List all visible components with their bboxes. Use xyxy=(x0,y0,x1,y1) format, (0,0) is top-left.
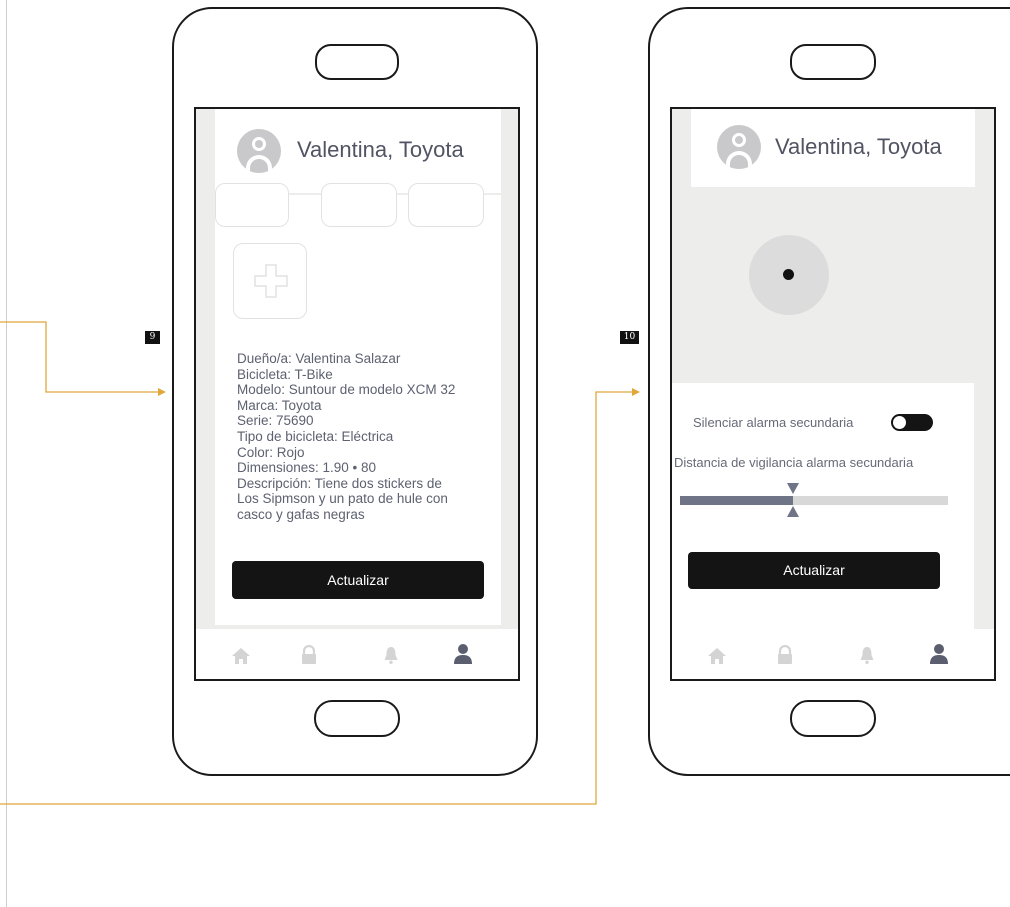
user-avatar-icon xyxy=(237,129,281,173)
photo-slot-1[interactable] xyxy=(215,183,289,227)
bike-details-card: Dueño/a: Valentina Salazar Bicicleta: T-… xyxy=(215,183,501,625)
profile-name: Valentina, Toyota xyxy=(297,137,464,162)
step-badge-9: 9 xyxy=(145,331,160,344)
connector-arrowhead-10 xyxy=(632,388,640,396)
bottom-nav xyxy=(672,629,994,679)
lock-icon[interactable] xyxy=(300,645,318,665)
distance-slider-handle[interactable] xyxy=(786,482,800,518)
bottom-nav xyxy=(196,629,518,679)
distance-slider[interactable] xyxy=(680,496,948,505)
lock-icon[interactable] xyxy=(776,645,794,665)
connector-arrowhead-9 xyxy=(158,388,166,396)
profile-name: Valentina, Toyota xyxy=(775,134,942,159)
detail-model: Modelo: Suntour de modelo XCM 32 xyxy=(237,382,456,398)
connector-to-step-9 xyxy=(0,321,158,393)
detail-brand: Marca: Toyota xyxy=(237,397,322,413)
phone-mockup-alarm: Valentina, Toyota Silenciar alarma secun… xyxy=(648,7,1010,776)
add-photo-button[interactable] xyxy=(233,243,307,319)
alarm-settings-card: Silenciar alarma secundaria Distancia de… xyxy=(672,383,974,629)
bike-details-list: Dueño/a: Valentina Salazar Bicicleta: T-… xyxy=(237,351,455,523)
phone-speaker xyxy=(790,44,876,80)
location-map xyxy=(672,187,994,377)
detail-description-line-1: Descripción: Tiene dos stickers de xyxy=(237,475,442,491)
detail-description-line-2: Los Sipmson y un pato de hule con xyxy=(237,491,448,507)
alarm-header: Valentina, Toyota xyxy=(691,109,975,187)
silence-toggle-knob xyxy=(893,416,906,429)
phone-speaker xyxy=(315,44,399,80)
detail-owner: Dueño/a: Valentina Salazar xyxy=(237,351,401,366)
alarm-screen: Valentina, Toyota Silenciar alarma secun… xyxy=(670,107,996,681)
user-icon[interactable] xyxy=(453,643,473,665)
silence-label: Silenciar alarma secundaria xyxy=(693,415,854,430)
plus-icon xyxy=(254,264,288,298)
distance-label: Distancia de vigilancia alarma secundari… xyxy=(674,455,914,470)
home-icon[interactable] xyxy=(707,646,727,666)
location-dot xyxy=(783,269,794,280)
detail-bike: Bicicleta: T-Bike xyxy=(237,366,333,382)
update-button[interactable]: Actualizar xyxy=(688,552,940,589)
bell-icon[interactable] xyxy=(859,645,875,665)
update-button[interactable]: Actualizar xyxy=(232,561,484,599)
detail-serial: Serie: 75690 xyxy=(237,413,314,429)
phone-home-button xyxy=(790,700,876,737)
detail-dimensions: Dimensiones: 1.90 • 80 xyxy=(237,460,377,476)
profile-screen: Valentina, Toyota Dueño/a: Valentina Sal… xyxy=(194,107,520,681)
bell-icon[interactable] xyxy=(383,645,399,665)
user-icon[interactable] xyxy=(929,643,949,665)
photo-slot-2[interactable] xyxy=(321,183,397,227)
detail-description-line-3: casco y gafas negras xyxy=(237,506,365,522)
phone-mockup-profile: Valentina, Toyota Dueño/a: Valentina Sal… xyxy=(172,7,538,776)
detail-color: Color: Rojo xyxy=(237,444,305,460)
silence-toggle[interactable] xyxy=(891,414,933,431)
user-avatar-icon xyxy=(717,125,761,169)
step-badge-10: 10 xyxy=(620,331,639,344)
phone-home-button xyxy=(314,700,400,737)
home-icon[interactable] xyxy=(231,646,251,666)
photo-slot-3[interactable] xyxy=(408,183,484,227)
distance-slider-fill xyxy=(680,496,793,505)
detail-type: Tipo de bicicleta: Eléctrica xyxy=(237,428,394,444)
profile-header: Valentina, Toyota xyxy=(215,109,501,193)
